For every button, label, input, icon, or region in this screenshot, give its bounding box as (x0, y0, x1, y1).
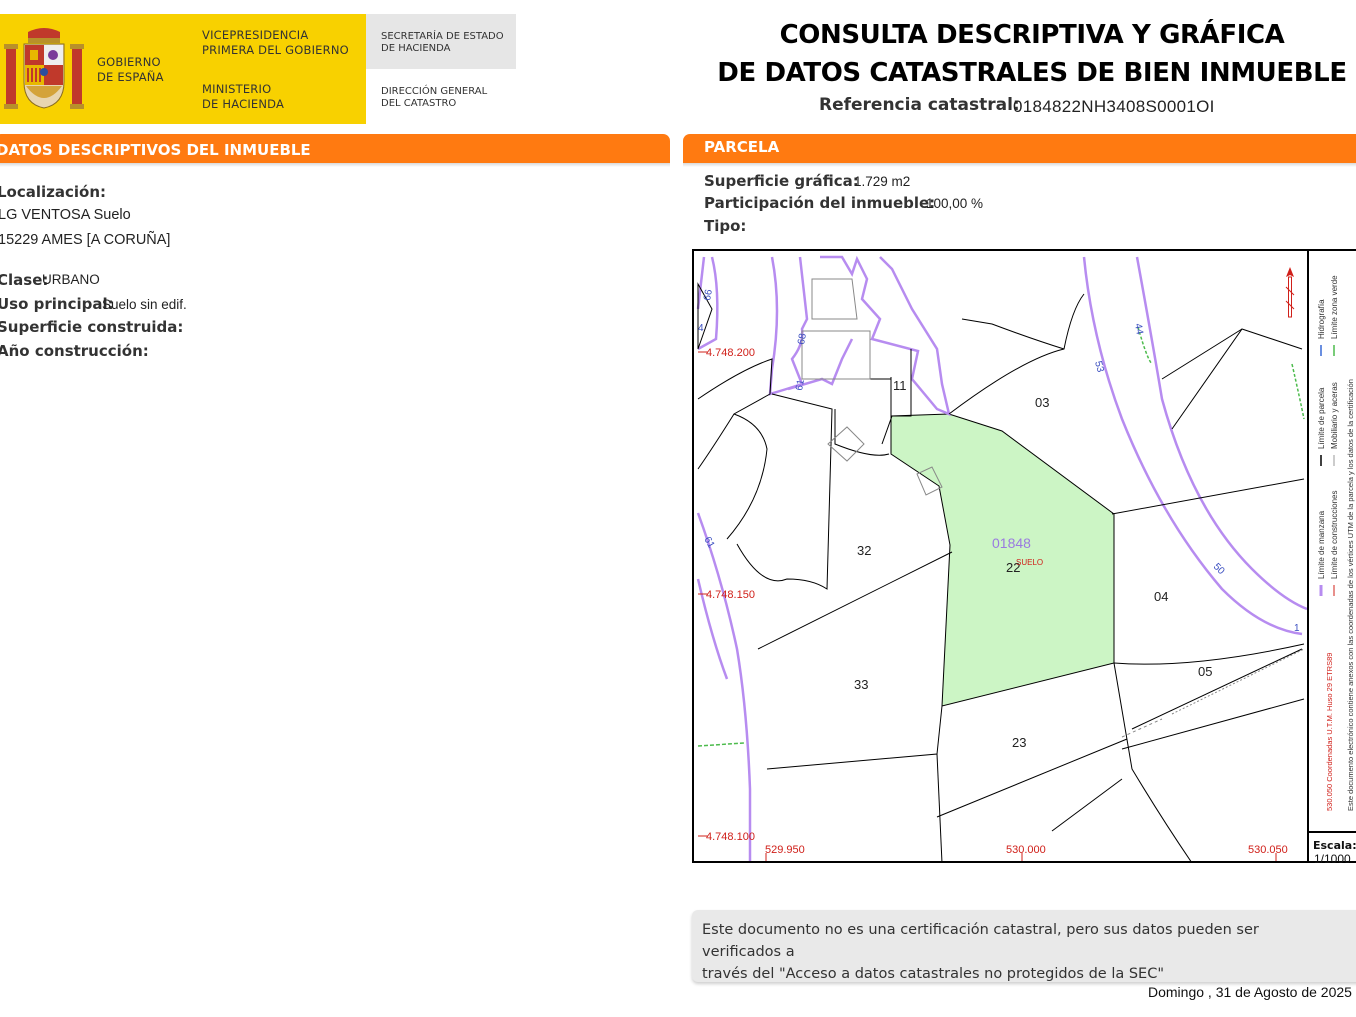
legend-parcela: Límite de parcela (1317, 387, 1326, 449)
legend-mobiliario: Mobiliario y aceras (1330, 382, 1339, 449)
logo-line: VICEPRESIDENCIA (202, 28, 309, 42)
street-number: 1 (1294, 623, 1300, 634)
scale-label: Escala: (1313, 839, 1356, 852)
legend-construcciones: Límite de construcciones (1330, 491, 1339, 580)
participacion-value: 100,00 % (926, 196, 984, 211)
uso-principal-label: Uso principal: (0, 295, 114, 313)
street-number: 66 (702, 288, 715, 301)
disclaimer-text: Este documento no es una certificación c… (702, 919, 1342, 985)
legend-coords: 530.050 Coordenadas U.T.M. Huso 29 ETRS8… (1325, 653, 1334, 811)
address-line-2: 15229 AMES [A CORUÑA] (0, 232, 171, 248)
datos-descriptivos-header: DATOS DESCRIPTIVOS DEL INMUEBLE (0, 134, 670, 163)
highlighted-parcel[interactable] (890, 413, 1115, 707)
disclaimer-line-1: Este documento no es una certificación c… (702, 922, 1259, 960)
street-number: 68 (796, 332, 809, 345)
cadastral-map[interactable]: 4.748.200 4.748.150 4.748.100 529.950 53… (692, 249, 1356, 863)
logo-line: PRIMERA DEL GOBIERNO (202, 43, 349, 57)
coord-x-950: 529.950 (765, 844, 805, 856)
logo-line: SECRETARÍA DE ESTADO (381, 31, 504, 42)
localizacion-label: Localización: (0, 183, 107, 201)
coat-of-arms-icon (4, 28, 84, 109)
street-number: 53 (1092, 360, 1106, 374)
ministerio-text: MINISTERIO DE HACIENDA (202, 82, 284, 112)
scale-divider (1307, 831, 1356, 833)
street-number: 44 (1132, 323, 1145, 336)
logo-line: DE HACIENDA (381, 43, 451, 54)
parcel-label-33: 33 (854, 677, 868, 692)
street-number: 4 (698, 323, 704, 334)
map-canvas: 4.748.200 4.748.150 4.748.100 529.950 53… (696, 255, 1308, 861)
parcel-label-04: 04 (1154, 589, 1168, 604)
coord-y-200: 4.748.200 (706, 347, 755, 359)
superficie-construida-label: Superficie construida: (0, 318, 184, 336)
uso-principal-value: Suelo sin edif. (102, 297, 187, 312)
address-line-1: LG VENTOSA Suelo (0, 207, 131, 223)
legend-zona-verde: Límite zona verde (1330, 275, 1339, 339)
logo-line: DIRECCIÓN GENERAL (381, 86, 488, 97)
superficie-grafica-label: Superficie gráfica: (704, 172, 859, 190)
page-title: CONSULTA DESCRIPTIVA Y GRÁFICA DE DATOS … (700, 16, 1356, 92)
ref-catastral-value: 0184822NH3408S0001OI (1013, 97, 1215, 116)
header-shadow (0, 163, 670, 167)
street-number: 61 (794, 378, 807, 391)
header-shadow (683, 163, 1356, 167)
north-arrow-icon (1285, 267, 1295, 318)
logo-line: MINISTERIO (202, 82, 272, 96)
highlight-sub-label: SUELO (1016, 558, 1043, 567)
logo-line: DE ESPAÑA (97, 70, 164, 84)
gobierno-espana-text: GOBIERNO DE ESPAÑA (97, 55, 164, 85)
title-line-2: DE DATOS CATASTRALES DE BIEN INMUEBLE (717, 58, 1347, 88)
tipo-label: Tipo: (704, 217, 747, 235)
logo-line: GOBIERNO (97, 55, 161, 69)
title-line-1: CONSULTA DESCRIPTIVA Y GRÁFICA (779, 20, 1285, 50)
parcel-label-05: 05 (1198, 664, 1212, 679)
ref-catastral-label: Referencia catastral: (819, 95, 1020, 115)
parcel-label-23: 23 (1012, 735, 1026, 750)
coord-y-150: 4.748.150 (706, 589, 755, 601)
parcela-header: PARCELA (683, 134, 1356, 163)
coord-x-050: 530.050 (1248, 844, 1288, 856)
legend-manzana: Límite de manzana (1317, 510, 1326, 579)
legend-hidrografia: Hidrografía (1317, 299, 1326, 339)
logo-line: DEL CATASTRO (381, 98, 457, 109)
street-number: 61 (701, 535, 716, 551)
anio-construccion-label: Año construcción: (0, 342, 149, 360)
highlight-code-label: 01848 (992, 535, 1031, 551)
coord-y-100: 4.748.100 (706, 831, 755, 843)
vicepresidencia-text: VICEPRESIDENCIA PRIMERA DEL GOBIERNO (202, 28, 349, 58)
street-number: 50 (1211, 561, 1227, 577)
parcel-label-03: 03 (1035, 395, 1049, 410)
direccion-text: DIRECCIÓN GENERAL DEL CATASTRO (381, 86, 487, 110)
participacion-label: Participación del inmueble: (704, 194, 936, 212)
superficie-grafica-value: 1.729 m2 (854, 174, 911, 189)
legend-doc-note: Este documento electrónico contiene anex… (1346, 379, 1355, 811)
coord-x-000: 530.000 (1006, 844, 1046, 856)
map-legend: Límite de manzana Límite de parcela Hidr… (1317, 275, 1355, 811)
document-date: Domingo , 31 de Agosto de 2025 (1148, 984, 1352, 1000)
disclaimer-line-2: través del "Acceso a datos catastrales n… (702, 966, 1165, 982)
scale-value: 1/1000 (1314, 852, 1351, 866)
parcel-label-11: 11 (893, 378, 907, 393)
parcel-label-32: 32 (857, 543, 871, 558)
secretaria-text: SECRETARÍA DE ESTADO DE HACIENDA (381, 31, 504, 55)
clase-value: URBANO (42, 272, 100, 287)
logo-line: DE HACIENDA (202, 97, 285, 111)
